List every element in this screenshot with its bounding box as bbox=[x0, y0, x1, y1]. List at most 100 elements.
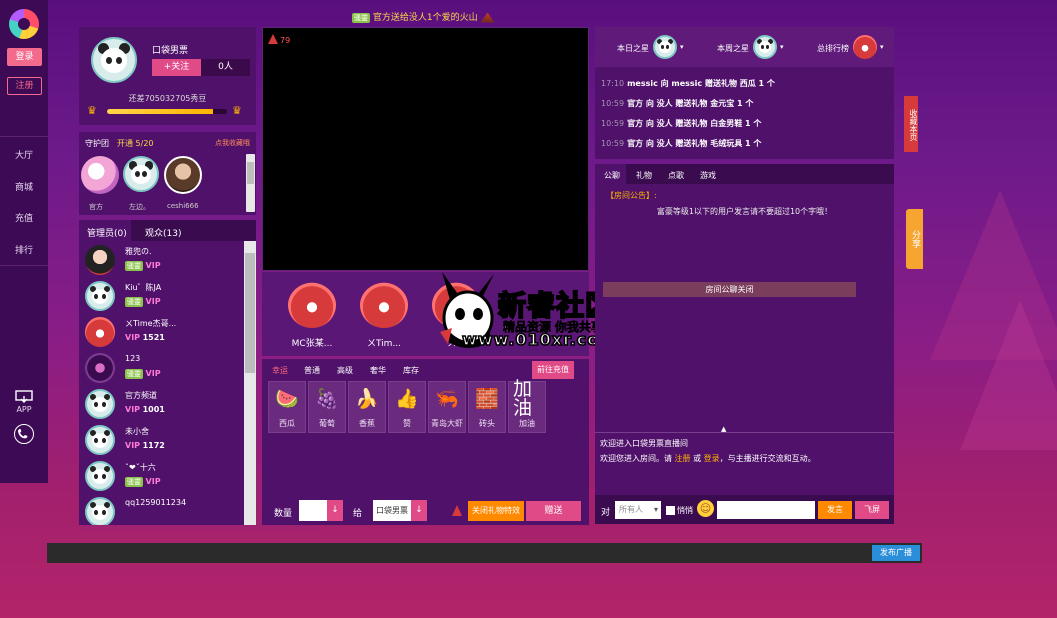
viewer-avatar[interactable] bbox=[85, 281, 115, 311]
ticker-user[interactable]: 没人 bbox=[409, 13, 427, 23]
tab-viewers[interactable]: 观众(13) bbox=[145, 226, 181, 239]
viewer-avatar[interactable] bbox=[85, 461, 115, 491]
viewer-row[interactable]: 官方频道 VIP 1001 bbox=[79, 385, 239, 421]
viewer-row[interactable]: 雅兜の. 骚靈 VIP bbox=[79, 241, 239, 277]
gift-tab-inventory[interactable]: 库存 bbox=[403, 365, 419, 376]
recipient-label: 给 bbox=[353, 509, 363, 519]
scrollbar[interactable] bbox=[246, 154, 255, 212]
gift-item[interactable]: 🍉 西瓜 bbox=[268, 381, 306, 433]
login-link[interactable]: 登录 bbox=[704, 454, 720, 463]
room-notice: 富豪等级1以下的用户发言请不要超过10个字哦！ bbox=[656, 207, 833, 216]
chevron-down-icon[interactable]: ▾ bbox=[780, 43, 784, 51]
chevron-down-icon[interactable]: ▾ bbox=[680, 43, 684, 51]
gift-tab-lucky[interactable]: 幸运 bbox=[272, 365, 288, 376]
viewer-avatar[interactable] bbox=[85, 353, 115, 383]
gift-item[interactable]: 👍 赞 bbox=[388, 381, 426, 433]
viewer-avatar[interactable] bbox=[85, 317, 115, 347]
viewer-name: ㄨTime杰哥... bbox=[125, 319, 177, 328]
week-star-avatar[interactable] bbox=[753, 35, 777, 59]
crown-icon: ♛ bbox=[232, 104, 242, 117]
gift-tab-luxury[interactable]: 奢华 bbox=[370, 365, 386, 376]
video-player[interactable]: 79 bbox=[262, 27, 589, 271]
viewer-avatar[interactable] bbox=[85, 497, 115, 525]
chevron-down-icon[interactable]: ▾ bbox=[880, 43, 884, 51]
viewer-avatar[interactable] bbox=[85, 389, 115, 419]
chat-input[interactable] bbox=[717, 501, 815, 519]
quantity-input[interactable] bbox=[299, 500, 327, 521]
gift-item[interactable]: 🍇 葡萄 bbox=[308, 381, 346, 433]
register-link[interactable]: 注册 bbox=[675, 454, 691, 463]
welcome-line: 欢迎进入口袋男票直播间 bbox=[600, 439, 688, 448]
tab-day-star[interactable]: 本日之星 bbox=[617, 43, 649, 54]
total-rank-avatar[interactable] bbox=[853, 35, 877, 59]
ticker-text: 官方送给 bbox=[372, 13, 409, 23]
recipient-select[interactable]: 所有人 ▾ bbox=[615, 501, 661, 519]
recipient-dropdown-icon[interactable]: ↓ bbox=[411, 500, 427, 521]
send-gift-button[interactable]: 赠送 bbox=[526, 501, 581, 521]
viewer-row[interactable]: Kiu゛陈JA 骚靈 VIP bbox=[79, 277, 239, 313]
nav-hall[interactable]: 大厅 bbox=[0, 148, 48, 161]
day-star-avatar[interactable] bbox=[653, 35, 677, 59]
gift-item[interactable]: 🍌 香蕉 bbox=[348, 381, 386, 433]
viewer-avatar[interactable] bbox=[85, 425, 115, 455]
publish-broadcast-button[interactable]: 发布广播 bbox=[872, 545, 920, 561]
gift-item[interactable]: 🦐 青岛大虾 bbox=[428, 381, 466, 433]
collect-link[interactable]: 点我收藏哦 bbox=[215, 138, 250, 148]
viewer-row[interactable]: 123 骚靈 VIP bbox=[79, 349, 239, 385]
tab-week-star[interactable]: 本周之星 bbox=[717, 43, 749, 54]
tab-games[interactable]: 游戏 bbox=[700, 170, 716, 181]
gift-item[interactable]: 🧱 砖头 bbox=[468, 381, 506, 433]
recharge-button[interactable]: 前往充值 bbox=[532, 361, 574, 379]
nav-recharge[interactable]: 充值 bbox=[0, 211, 48, 224]
fly-screen-button[interactable]: 飞屏 bbox=[855, 501, 889, 519]
phone-icon[interactable] bbox=[14, 424, 34, 444]
follow-button[interactable]: +关注 bbox=[152, 59, 201, 76]
gift-feed-item: 10:59 官方 向 没人 赠送礼物 白金男鞋 1 个 bbox=[601, 118, 761, 129]
viewer-name: 未小舍 bbox=[125, 427, 149, 436]
feed-time: 10:59 bbox=[601, 99, 625, 108]
streamer-avatar[interactable] bbox=[91, 37, 137, 83]
guard-open-link[interactable]: 开通 5/20 bbox=[117, 138, 154, 149]
viewer-name: 雅兜の. bbox=[125, 247, 152, 256]
mic-seat-name: MC张某... bbox=[291, 339, 333, 349]
watermark-url: www.010xr.com bbox=[461, 329, 617, 350]
mic-seat-icon[interactable] bbox=[288, 282, 336, 328]
tab-admins[interactable]: 管理员(0) bbox=[87, 226, 127, 239]
viewer-avatar[interactable] bbox=[85, 245, 115, 275]
tab-public-chat[interactable]: 公聊 bbox=[604, 170, 620, 181]
tab-total-rank[interactable]: 总排行榜 bbox=[817, 43, 849, 54]
gift-item[interactable]: 加油 加油 bbox=[508, 380, 546, 433]
share-tab[interactable]: 分享 bbox=[906, 209, 923, 269]
app-icon[interactable] bbox=[15, 390, 33, 403]
viewer-row[interactable]: ˇ❤ˇ十六 骚靈 VIP bbox=[79, 457, 239, 493]
private-checkbox[interactable] bbox=[666, 506, 675, 515]
guard-avatar[interactable] bbox=[81, 156, 119, 194]
gift-tab-normal[interactable]: 普通 bbox=[304, 365, 320, 376]
register-button[interactable]: 注册 bbox=[7, 77, 42, 95]
gift-label: 砖头 bbox=[479, 419, 495, 428]
viewer-row[interactable]: qq1259011234 bbox=[79, 493, 239, 525]
viewer-row[interactable]: ㄨTime杰哥... VIP 1521 bbox=[79, 313, 239, 349]
viewer-tags: 骚靈 VIP bbox=[125, 477, 161, 487]
chat-panel: 公聊 礼物 点歌 游戏 【房间公告】: 富豪等级1以下的用户发言请不要超过10个… bbox=[595, 164, 894, 524]
recipient-select[interactable]: 口袋男票 bbox=[373, 500, 411, 521]
tab-songs[interactable]: 点歌 bbox=[668, 170, 684, 181]
guard-avatar[interactable] bbox=[123, 156, 159, 192]
divider bbox=[0, 136, 48, 137]
tab-gifts[interactable]: 礼物 bbox=[636, 170, 652, 181]
streamer-card: 口袋男票 +关注 0人 还差705032705秀豆 ♛ ♛ bbox=[79, 27, 256, 125]
nav-rank[interactable]: 排行 bbox=[0, 243, 48, 256]
mic-seat-icon[interactable] bbox=[360, 282, 408, 328]
viewer-row[interactable]: 未小舍 VIP 1172 bbox=[79, 421, 239, 457]
scrollbar[interactable] bbox=[244, 241, 256, 525]
login-button[interactable]: 登录 bbox=[7, 48, 42, 66]
collect-page-tab[interactable]: 收藏本页 bbox=[904, 96, 918, 152]
guard-avatar[interactable] bbox=[164, 156, 202, 194]
nav-shop[interactable]: 商城 bbox=[0, 180, 48, 193]
quantity-dropdown-icon[interactable]: ↓ bbox=[327, 500, 343, 521]
send-message-button[interactable]: 发言 bbox=[818, 501, 852, 519]
logo-icon[interactable] bbox=[9, 9, 39, 39]
gift-tab-advanced[interactable]: 高级 bbox=[337, 365, 353, 376]
close-gift-fx-button[interactable]: 关闭礼物特效 bbox=[468, 501, 524, 521]
emoji-icon[interactable]: ☺ bbox=[697, 500, 714, 517]
